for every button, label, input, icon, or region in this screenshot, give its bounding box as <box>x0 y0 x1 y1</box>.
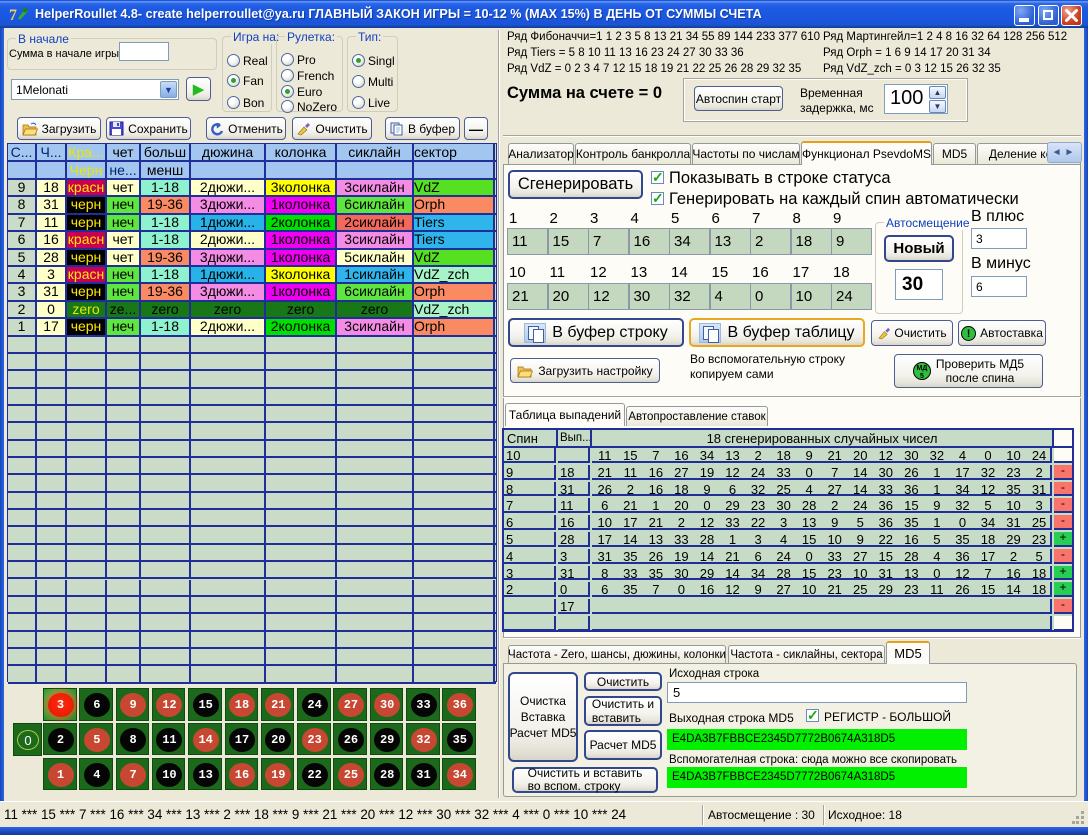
svg-text:7: 7 <box>9 7 17 24</box>
